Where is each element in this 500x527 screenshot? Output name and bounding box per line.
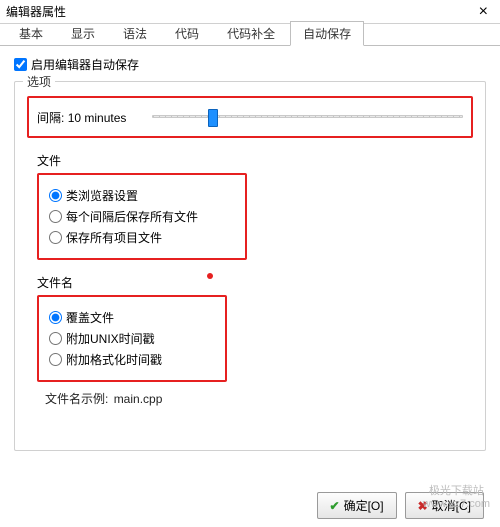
options-group-title: 选项 — [23, 73, 55, 90]
dialog-buttons: ✔ 确定[O] ✖ 取消[C] — [317, 492, 484, 519]
x-icon: ✖ — [418, 499, 428, 513]
filename-section-label: 文件名 — [37, 274, 473, 291]
check-icon: ✔ — [330, 499, 340, 513]
interval-highlight: 间隔: 10 minutes — [27, 96, 473, 138]
enable-autosave-label: 启用编辑器自动保存 — [31, 56, 139, 73]
interval-label: 间隔: 10 minutes — [37, 109, 126, 126]
slider-track — [152, 115, 463, 118]
enable-autosave-checkbox[interactable]: 启用编辑器自动保存 — [14, 56, 486, 73]
annotation-dot — [207, 273, 213, 279]
cancel-button[interactable]: ✖ 取消[C] — [405, 492, 484, 519]
close-icon[interactable]: × — [473, 4, 494, 20]
options-group: 选项 间隔: 10 minutes 文件 类浏览器设置 每个间隔 — [14, 81, 486, 451]
tab-code-completion[interactable]: 代码补全 — [214, 21, 288, 45]
file-radio-project-save[interactable]: 保存所有项目文件 — [49, 229, 235, 246]
tab-code[interactable]: 代码 — [162, 21, 212, 45]
file-radio-browser[interactable]: 类浏览器设置 — [49, 187, 235, 204]
file-radio-interval-save[interactable]: 每个间隔后保存所有文件 — [49, 208, 235, 225]
enable-autosave-input[interactable] — [14, 58, 27, 71]
slider-thumb[interactable] — [208, 109, 218, 127]
interval-row: 间隔: 10 minutes — [37, 104, 463, 130]
filename-radio-group: 覆盖文件 附加UNIX时间戳 附加格式化时间戳 — [37, 295, 227, 382]
filename-radio-unix-ts[interactable]: 附加UNIX时间戳 — [49, 330, 215, 347]
ok-button[interactable]: ✔ 确定[O] — [317, 492, 397, 519]
tabs: 基本 显示 语法 代码 代码补全 自动保存 — [0, 24, 500, 46]
tab-syntax[interactable]: 语法 — [110, 21, 160, 45]
interval-slider[interactable] — [152, 107, 463, 127]
tab-autosave[interactable]: 自动保存 — [290, 21, 364, 46]
file-section-label: 文件 — [37, 152, 473, 169]
tab-content: 启用编辑器自动保存 选项 间隔: 10 minutes 文件 类浏览器设置 — [0, 46, 500, 461]
filename-example: 文件名示例: main.cpp — [45, 390, 473, 407]
tab-display[interactable]: 显示 — [58, 21, 108, 45]
window-title: 编辑器属性 — [6, 3, 66, 20]
file-radio-group: 类浏览器设置 每个间隔后保存所有文件 保存所有项目文件 — [37, 173, 247, 260]
filename-radio-formatted-ts[interactable]: 附加格式化时间戳 — [49, 351, 215, 368]
tab-basic[interactable]: 基本 — [6, 21, 56, 45]
filename-radio-overwrite[interactable]: 覆盖文件 — [49, 309, 215, 326]
